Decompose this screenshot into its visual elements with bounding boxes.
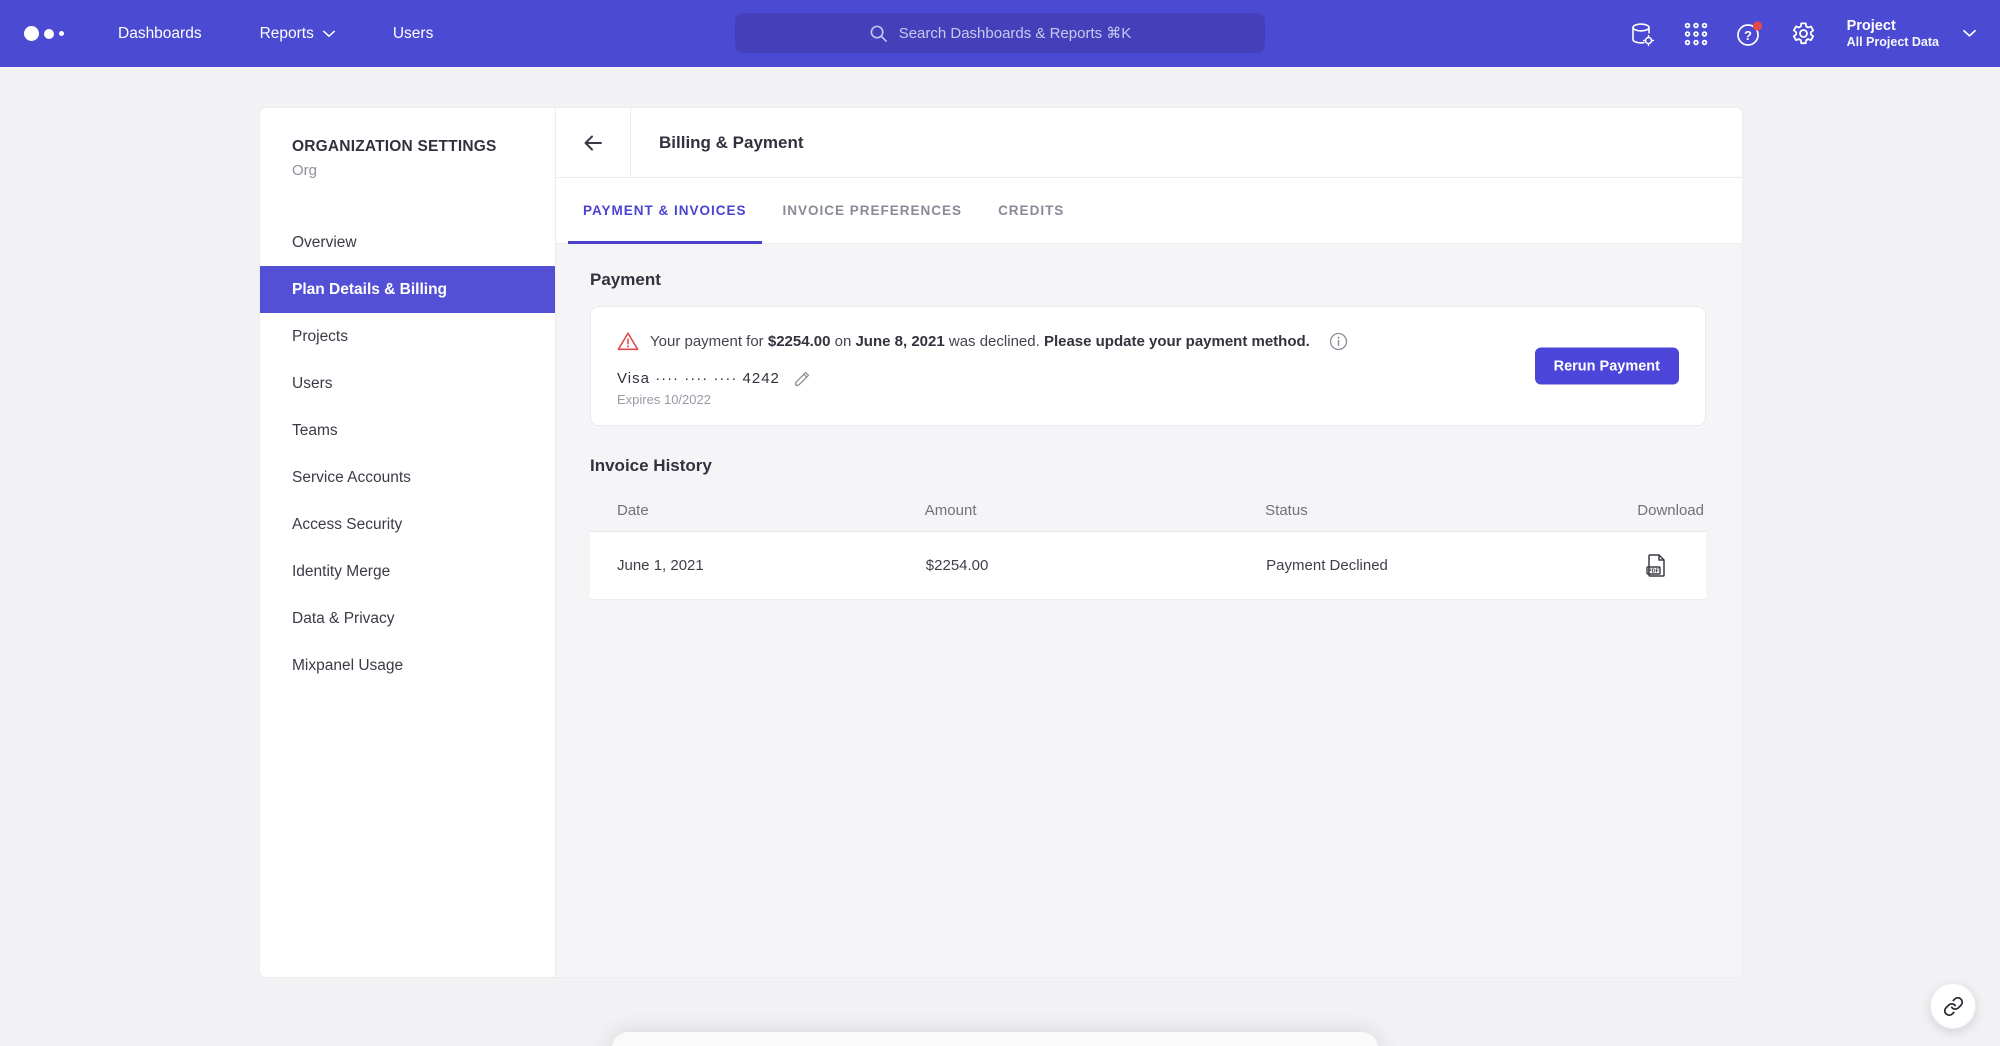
svg-text:PDF: PDF [1648,569,1660,575]
column-header-date: Date [590,492,925,532]
link-icon [1943,996,1964,1017]
app-root: Dashboards Reports Users Search Dashboar… [0,0,2000,1046]
logo-dot-large [24,26,39,41]
data-management-icon[interactable] [1625,17,1659,51]
nav-item-users[interactable]: Users [393,25,433,43]
edit-card-button[interactable] [793,369,812,388]
bottom-peek-panel [612,1032,1378,1046]
project-value: All Project Data [1847,35,1939,51]
card-on-file: Visa ···· ···· ···· 4242 [617,369,1679,388]
page-title: Billing & Payment [631,108,804,177]
nav-item-dashboards[interactable]: Dashboards [118,25,202,43]
nav-item-reports[interactable]: Reports [260,25,335,43]
copy-link-fab[interactable] [1930,983,1976,1029]
settings-sidebar: ORGANIZATION SETTINGS Org Overview Plan … [260,108,556,977]
table-header-row: Date Amount Status Download [590,492,1706,532]
warning-icon [617,331,639,352]
nav-item-label: Users [393,25,433,43]
tab-content: Payment Your payment for $2254.00 on Jun… [556,244,1742,977]
tab-payment-invoices[interactable]: PAYMENT & INVOICES [568,178,762,243]
invoice-status: Payment Declined [1265,532,1572,600]
sidebar-item-access-security[interactable]: Access Security [260,501,555,548]
logo-dot-medium [44,29,54,39]
table-row: June 1, 2021 $2254.00 Payment Declined [590,532,1706,600]
card-expiry: Expires 10/2022 [617,392,1679,407]
nav-item-label: Reports [260,25,314,43]
payment-declined-alert: Your payment for $2254.00 on June 8, 202… [617,331,1679,352]
alert-date: June 8, 2021 [855,333,944,350]
alert-bold-suffix: Please update your payment method. [1044,333,1310,350]
help-icon: ? [1734,19,1766,49]
column-header-status: Status [1265,492,1572,532]
pdf-file-icon: PDF [1646,554,1666,577]
invoice-history-title: Invoice History [590,456,1706,476]
payment-card: Your payment for $2254.00 on June 8, 202… [590,306,1706,426]
notification-dot [1753,21,1762,30]
navbar-right: ? Project All Project Data [1605,0,2000,67]
logo-dot-small [59,31,64,36]
pencil-icon [793,369,812,388]
mixpanel-logo[interactable] [24,26,82,41]
search-placeholder-text: Search Dashboards & Reports ⌘K [899,24,1132,42]
alert-middle: on [830,333,855,350]
gear-icon [1790,20,1817,47]
column-header-download: Download [1572,492,1706,532]
settings-button[interactable] [1787,17,1821,51]
sidebar-item-overview[interactable]: Overview [260,219,555,266]
alert-text: Your payment for $2254.00 on June 8, 202… [650,333,1310,350]
settings-main: Billing & Payment PAYMENT & INVOICES INV… [556,108,1742,977]
sidebar-item-identity-merge[interactable]: Identity Merge [260,548,555,595]
sidebar-item-mixpanel-usage[interactable]: Mixpanel Usage [260,642,555,689]
chevron-down-icon [323,30,335,38]
sidebar-item-users[interactable]: Users [260,360,555,407]
sidebar-item-service-accounts[interactable]: Service Accounts [260,454,555,501]
settings-panel: ORGANIZATION SETTINGS Org Overview Plan … [260,108,1742,977]
sidebar-item-data-privacy[interactable]: Data & Privacy [260,595,555,642]
search-icon [869,24,888,43]
project-switcher-text: Project All Project Data [1847,17,1939,51]
page-header: Billing & Payment [556,108,1742,178]
sidebar-item-projects[interactable]: Projects [260,313,555,360]
billing-tabs: PAYMENT & INVOICES INVOICE PREFERENCES C… [556,178,1742,244]
alert-prefix: Your payment for [650,333,768,350]
tab-invoice-preferences[interactable]: INVOICE PREFERENCES [768,178,978,243]
card-number-masked: Visa ···· ···· ···· 4242 [617,370,780,387]
rerun-payment-button[interactable]: Rerun Payment [1535,348,1679,385]
primary-nav: Dashboards Reports Users [118,25,433,43]
info-icon[interactable] [1329,332,1348,351]
global-search-input[interactable]: Search Dashboards & Reports ⌘K [735,13,1265,53]
back-button[interactable] [556,108,631,177]
sidebar-org-name: Org [260,156,555,179]
column-header-amount: Amount [925,492,1265,532]
help-button[interactable]: ? [1733,17,1767,51]
apps-grid-icon[interactable] [1679,17,1713,51]
project-switcher[interactable]: Project All Project Data [1847,17,1976,51]
tab-credits[interactable]: CREDITS [983,178,1079,243]
invoice-amount: $2254.00 [925,532,1265,600]
arrow-left-icon [581,131,605,155]
top-navbar: Dashboards Reports Users Search Dashboar… [0,0,2000,67]
sidebar-item-plan-details-billing[interactable]: Plan Details & Billing [260,266,555,313]
alert-amount: $2254.00 [768,333,831,350]
sidebar-item-teams[interactable]: Teams [260,407,555,454]
chevron-down-icon [1963,29,1976,38]
invoice-history-table: Date Amount Status Download June 1, 2021… [590,492,1706,600]
sidebar-menu: Overview Plan Details & Billing Projects… [260,219,555,689]
sidebar-section-title: ORGANIZATION SETTINGS [260,138,555,156]
alert-suffix: was declined. [945,333,1044,350]
project-label: Project [1847,17,1939,35]
svg-text:?: ? [1744,28,1752,43]
grid-icon [1683,21,1709,47]
nav-item-label: Dashboards [118,25,202,43]
download-pdf-button[interactable]: PDF [1646,554,1666,577]
invoice-date: June 1, 2021 [590,532,925,600]
database-gear-icon [1628,20,1656,48]
payment-section-title: Payment [590,270,1706,290]
